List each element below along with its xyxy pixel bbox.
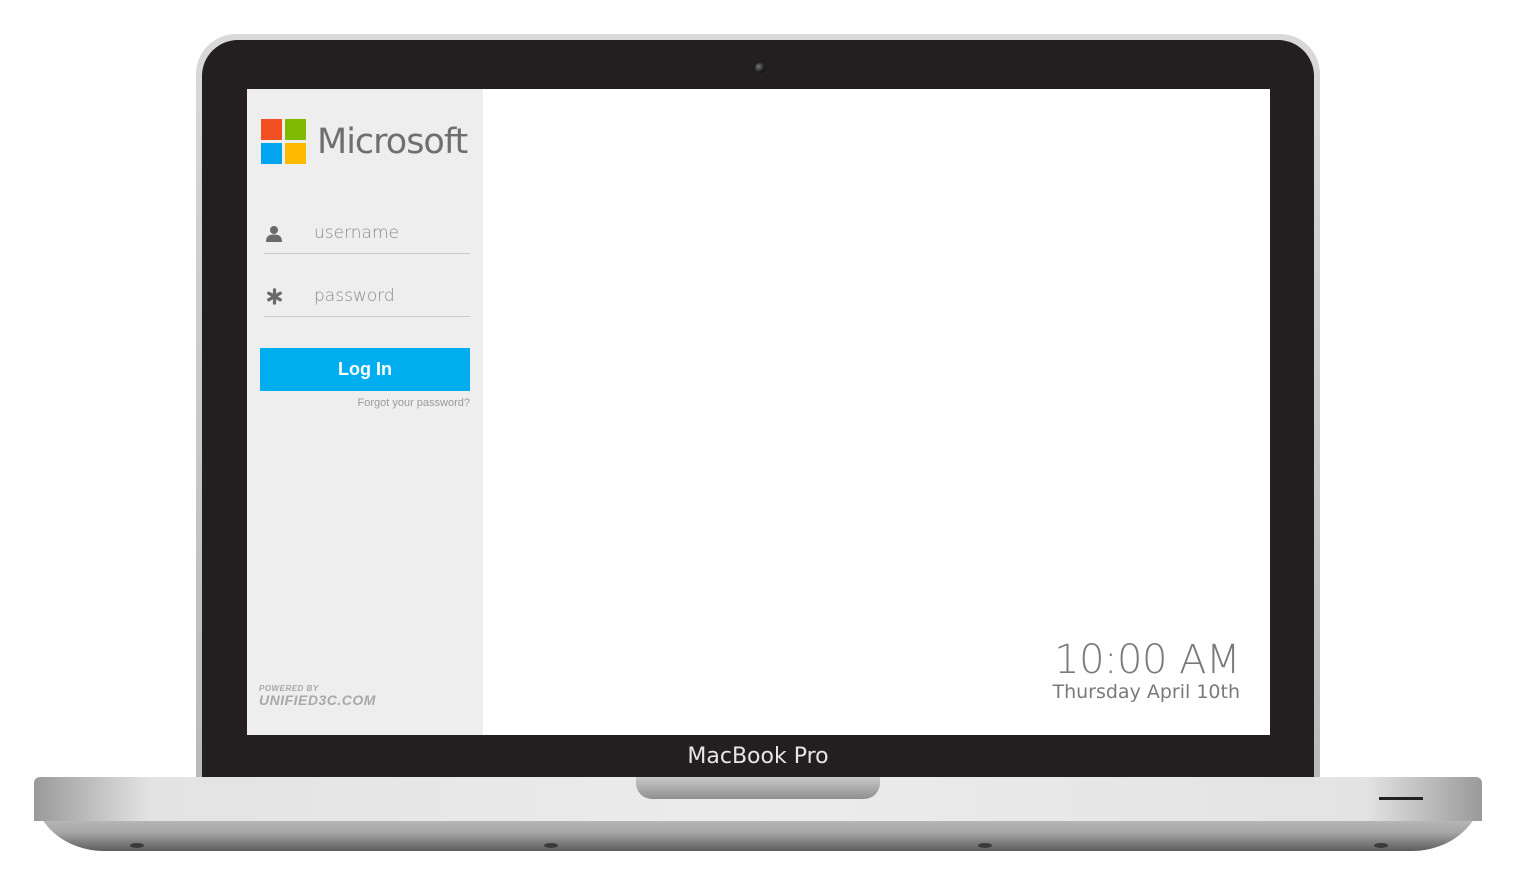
microsoft-logo-icon — [261, 119, 306, 164]
username-input[interactable] — [312, 222, 466, 244]
provider-name: UNIFIED3C.COM — [259, 692, 376, 708]
laptop-foot — [544, 843, 558, 848]
password-field[interactable] — [264, 276, 470, 317]
user-icon — [264, 223, 284, 243]
device-label: MacBook Pro — [687, 744, 829, 769]
powered-by-badge: POWERED BY UNIFIED3C.COM — [259, 684, 376, 708]
sleep-indicator-icon — [1379, 797, 1423, 800]
logo-square-yellow — [285, 143, 306, 164]
login-sidebar: Microsoft username Log In Forgot your pa… — [247, 89, 483, 735]
webcam-icon — [755, 63, 765, 73]
password-input[interactable] — [312, 285, 466, 307]
microsoft-logo: Microsoft — [261, 119, 468, 164]
laptop-foot — [1374, 843, 1388, 848]
clock-time: 10:00 AM — [1054, 637, 1240, 683]
logo-square-blue — [261, 143, 282, 164]
forgot-password-link[interactable]: Forgot your password? — [358, 397, 471, 409]
logo-square-green — [285, 119, 306, 140]
asterisk-icon — [264, 286, 284, 306]
laptop-foot — [130, 843, 144, 848]
logo-square-red — [261, 119, 282, 140]
laptop-mockup: Microsoft username Log In Forgot your pa… — [0, 0, 1515, 884]
brand-name: Microsoft — [317, 121, 468, 162]
login-button[interactable]: Log In — [260, 348, 470, 391]
username-field[interactable] — [264, 213, 470, 254]
laptop-foot — [978, 843, 992, 848]
lid-opening-notch — [636, 777, 880, 799]
clock-date: Thursday April 10th — [1052, 681, 1240, 703]
screen: Microsoft username Log In Forgot your pa… — [247, 89, 1270, 735]
